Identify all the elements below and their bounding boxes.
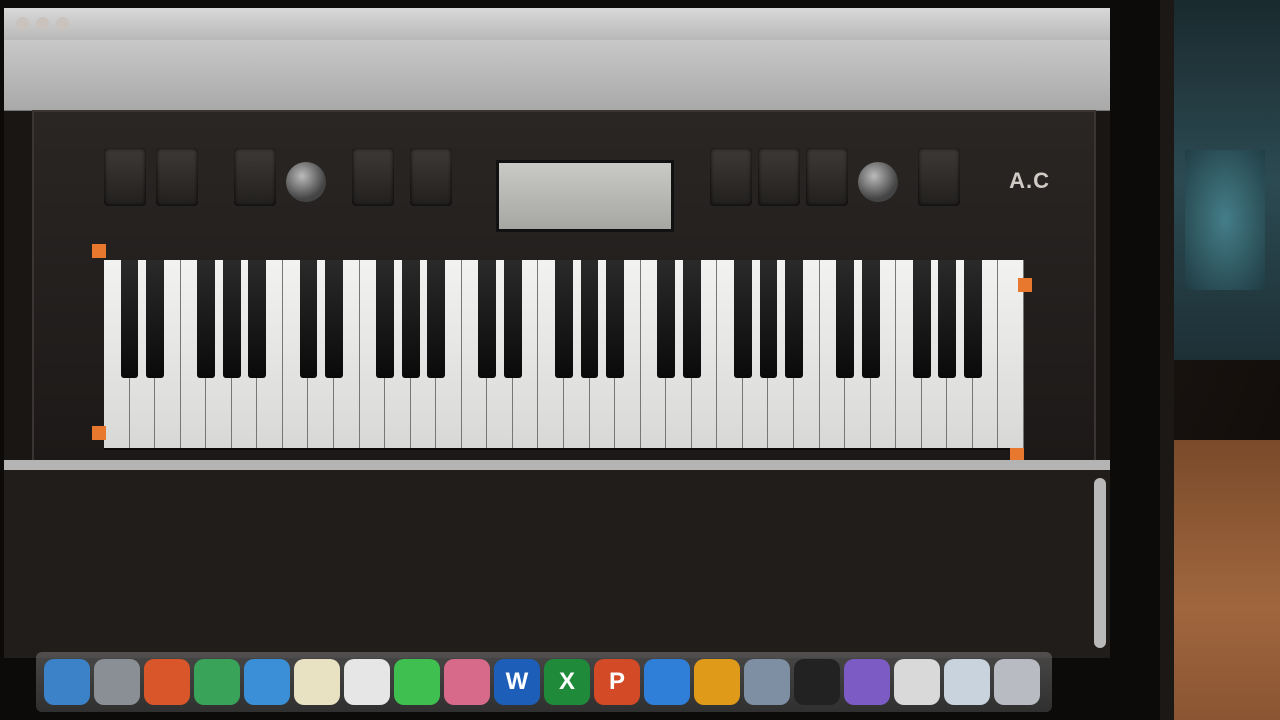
control-button-5[interactable] [410,148,452,206]
black-key[interactable] [785,260,803,378]
black-key[interactable] [222,260,241,378]
black-key[interactable] [836,260,855,378]
control-button-8[interactable] [806,148,848,206]
black-key[interactable] [682,260,701,378]
console-log[interactable] [4,460,1110,658]
folder-icon[interactable] [944,659,990,705]
control-button-2[interactable] [156,148,198,206]
black-key[interactable] [197,260,216,378]
zoom-button[interactable] [56,17,69,30]
excel-icon[interactable]: X [544,659,590,705]
resize-handle-bottom-left[interactable] [92,426,106,440]
firefox-icon[interactable] [144,659,190,705]
black-key[interactable] [733,260,752,378]
black-key[interactable] [503,260,522,378]
safari-icon[interactable] [244,659,290,705]
control-button-3[interactable] [234,148,276,206]
black-key[interactable] [325,260,343,378]
black-key[interactable] [555,260,573,378]
window-toolbar [4,40,1110,111]
word-icon[interactable]: W [494,659,540,705]
black-key[interactable] [657,260,676,378]
black-key[interactable] [759,260,778,378]
volume-knob[interactable] [286,162,326,202]
control-button-6[interactable] [710,148,752,206]
laptop-screen: A.C [4,8,1110,658]
photos-icon[interactable] [444,659,490,705]
instrument-brand: A.C [1009,168,1050,193]
black-key[interactable] [248,260,267,378]
trash-icon[interactable] [994,659,1040,705]
black-key[interactable] [427,260,446,378]
black-key[interactable] [938,260,957,378]
black-key[interactable] [299,260,318,378]
black-key[interactable] [606,260,625,378]
window-controls [16,17,69,30]
black-key[interactable] [120,260,139,378]
minimize-button[interactable] [36,17,49,30]
dock: WXP [36,652,1052,712]
notes-icon[interactable] [294,659,340,705]
resize-handle-top-left[interactable] [92,244,106,258]
resize-handle-top-right[interactable] [1018,278,1032,292]
launchpad-icon[interactable] [94,659,140,705]
control-button-1[interactable] [104,148,146,206]
preview-icon[interactable] [744,659,790,705]
black-key[interactable] [861,260,880,378]
black-key[interactable] [912,260,931,378]
vlc-icon[interactable] [694,659,740,705]
app-store-icon[interactable] [644,659,690,705]
black-key[interactable] [401,260,420,378]
unknown-app-icon[interactable] [844,659,890,705]
powerpoint-icon[interactable]: P [594,659,640,705]
pitch-knob[interactable] [858,162,898,202]
control-button-7[interactable] [758,148,800,206]
black-key[interactable] [478,260,497,378]
black-key[interactable] [580,260,599,378]
finder-icon[interactable] [44,659,90,705]
lcd-display [496,160,674,232]
black-key[interactable] [146,260,165,378]
background-monitor [1165,0,1280,360]
terminal-icon[interactable] [794,659,840,705]
background-monitor-glow [1185,150,1265,290]
piano-keyboard[interactable] [104,260,1024,450]
black-key[interactable] [376,260,395,378]
close-button[interactable] [16,17,29,30]
console-scrollbar[interactable] [1094,478,1106,648]
window-titlebar [4,8,1110,40]
messages-icon[interactable] [394,659,440,705]
chrome-icon[interactable] [194,659,240,705]
control-button-4[interactable] [352,148,394,206]
calendar-icon[interactable] [344,659,390,705]
black-key[interactable] [963,260,982,378]
document-icon[interactable] [894,659,940,705]
virtual-instrument-panel: A.C [32,110,1096,464]
control-button-9[interactable] [918,148,960,206]
